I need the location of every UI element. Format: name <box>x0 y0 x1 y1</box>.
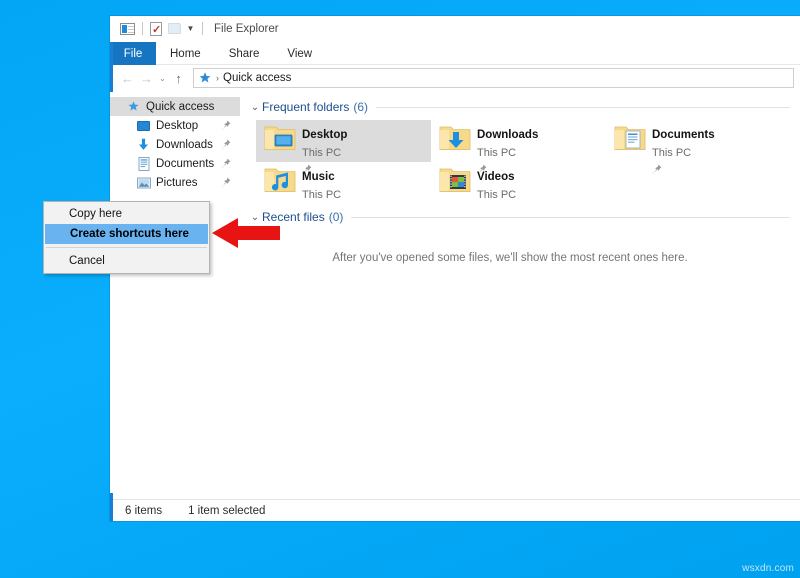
pin-icon[interactable] <box>652 162 662 173</box>
folder-name: Downloads <box>477 129 538 141</box>
window-title: File Explorer <box>214 23 279 35</box>
window-body: Quick access Desktop Downloads <box>110 91 800 493</box>
pin-icon[interactable] <box>221 158 231 169</box>
folder-downloads-icon <box>439 124 471 154</box>
sidebar-item-label: Downloads <box>156 139 213 151</box>
ribbon-tab-bar: File Home Share View <box>110 42 800 65</box>
folder-meta: Documents This PC <box>652 124 715 173</box>
menu-separator <box>46 247 207 248</box>
address-bar: ← → ⌄ ↑ › Quick access <box>110 65 800 91</box>
folder-name: Documents <box>652 129 715 141</box>
folder-item-music[interactable]: Music This PC <box>256 162 431 204</box>
sidebar-item-documents[interactable]: Documents <box>110 154 240 173</box>
desktop-icon <box>136 118 151 133</box>
watermark: wsxdn.com <box>742 563 794 574</box>
file-explorer-icon[interactable] <box>119 21 135 36</box>
pin-icon[interactable] <box>221 177 231 188</box>
folder-videos-icon <box>439 166 471 196</box>
folder-item-documents[interactable]: Documents This PC <box>606 120 781 162</box>
pin-icon[interactable] <box>221 139 231 150</box>
tab-share[interactable]: Share <box>215 42 274 65</box>
quick-access-star-icon <box>198 71 212 85</box>
new-folder-icon[interactable] <box>166 21 182 36</box>
navigation-pane: Quick access Desktop Downloads <box>110 92 240 493</box>
section-count: (0) <box>329 210 344 224</box>
downloads-icon <box>136 137 151 152</box>
chevron-down-icon[interactable]: ▼ <box>184 22 197 35</box>
address-input[interactable]: › Quick access <box>193 68 794 88</box>
sidebar-item-label: Pictures <box>156 177 198 189</box>
recent-locations-button[interactable]: ⌄ <box>156 68 169 88</box>
tab-home[interactable]: Home <box>156 42 215 65</box>
folder-documents-icon <box>614 124 646 154</box>
folder-desktop-icon <box>264 124 296 154</box>
folder-item-videos[interactable]: Videos This PC <box>431 162 606 204</box>
up-button[interactable]: ↑ <box>169 68 188 88</box>
recent-files-empty-message: After you've opened some files, we'll sh… <box>248 252 790 264</box>
folder-location: This PC <box>652 147 691 159</box>
folder-music-icon <box>264 166 296 196</box>
drag-drop-context-menu: Copy here Create shortcuts here Cancel <box>43 201 210 274</box>
content-pane: ⌄ Frequent folders (6) <box>240 92 800 493</box>
folder-location: This PC <box>302 147 341 159</box>
folder-location: This PC <box>302 189 341 201</box>
sidebar-item-quick-access[interactable]: Quick access <box>110 97 240 116</box>
red-arrow-annotation-icon <box>212 214 280 252</box>
section-title: Frequent folders <box>262 100 349 114</box>
section-divider <box>351 217 790 218</box>
status-selection: 1 item selected <box>188 505 265 517</box>
folder-item-desktop[interactable]: Desktop This PC <box>256 120 431 162</box>
folder-location: This PC <box>477 189 516 201</box>
folder-meta: Music This PC <box>302 166 341 203</box>
menu-item-create-shortcuts-here[interactable]: Create shortcuts here <box>45 224 208 244</box>
sidebar-item-desktop[interactable]: Desktop <box>110 116 240 135</box>
sidebar-item-label: Desktop <box>156 120 198 132</box>
folder-location: This PC <box>477 147 516 159</box>
menu-item-copy-here[interactable]: Copy here <box>44 204 209 224</box>
star-icon <box>126 99 141 114</box>
chevron-down-icon[interactable]: ⌄ <box>248 102 262 113</box>
toolbar-separator <box>142 22 143 35</box>
tab-file[interactable]: File <box>110 42 156 65</box>
status-bar: 6 items 1 item selected <box>113 499 800 521</box>
pin-icon[interactable] <box>221 120 231 131</box>
frequent-folders-grid: Desktop This PC <box>256 120 790 204</box>
file-explorer-window: ✓ ▼ File Explorer File Home Share View ←… <box>110 16 800 521</box>
tab-view[interactable]: View <box>273 42 326 65</box>
pictures-icon <box>136 175 151 190</box>
toolbar-separator-2 <box>202 22 203 35</box>
sidebar-item-label: Documents <box>156 158 214 170</box>
section-count: (6) <box>353 100 368 114</box>
breadcrumb-quick-access[interactable]: Quick access <box>223 72 291 84</box>
folder-name: Desktop <box>302 129 347 141</box>
folder-name: Music <box>302 171 335 183</box>
folder-meta: Videos This PC <box>477 166 516 203</box>
forward-button[interactable]: → <box>137 68 156 88</box>
back-button[interactable]: ← <box>118 68 137 88</box>
frequent-folders-header[interactable]: ⌄ Frequent folders (6) <box>248 100 790 114</box>
properties-icon[interactable]: ✓ <box>148 21 164 36</box>
breadcrumb-separator: › <box>216 73 219 83</box>
status-item-count: 6 items <box>125 505 162 517</box>
recent-files-header[interactable]: ⌄ Recent files (0) <box>248 210 790 224</box>
sidebar-item-pictures[interactable]: Pictures <box>110 173 240 192</box>
sidebar-item-downloads[interactable]: Downloads <box>110 135 240 154</box>
documents-icon <box>136 156 151 171</box>
folder-name: Videos <box>477 171 515 183</box>
section-divider <box>376 107 790 108</box>
menu-item-cancel[interactable]: Cancel <box>44 251 209 271</box>
folder-item-downloads[interactable]: Downloads This PC <box>431 120 606 162</box>
title-bar: ✓ ▼ File Explorer <box>110 16 800 42</box>
sidebar-item-label: Quick access <box>146 101 214 113</box>
